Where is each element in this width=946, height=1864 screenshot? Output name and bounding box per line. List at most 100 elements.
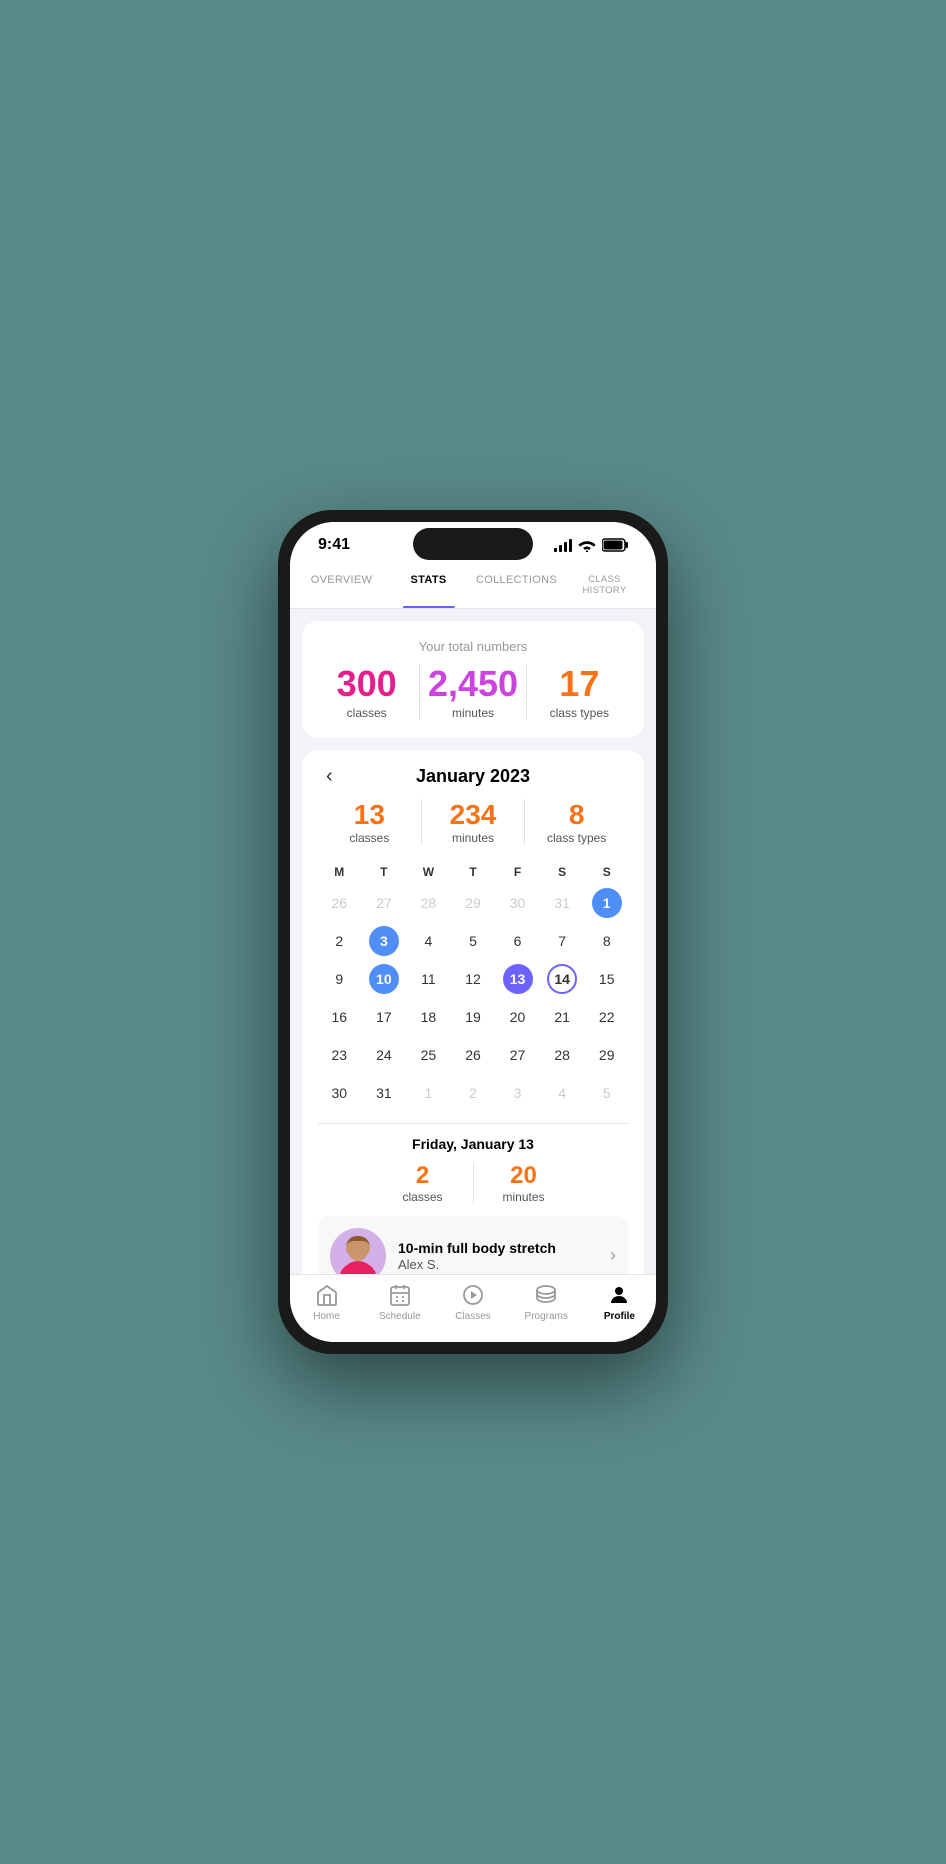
total-stats-card: Your total numbers 300 classes 2,450 min… (302, 621, 644, 738)
cal-day-10[interactable]: 10 (363, 961, 406, 997)
cal-day-6[interactable]: 6 (496, 923, 539, 959)
profile-icon (607, 1283, 631, 1307)
cal-day-26[interactable]: 26 (452, 1037, 495, 1073)
cal-day-4-feb[interactable]: 4 (541, 1075, 584, 1111)
phone-frame: 9:41 OVERVIEW ST (278, 510, 668, 1354)
cal-day-28-dec[interactable]: 28 (407, 885, 450, 921)
cal-day-27-dec[interactable]: 27 (363, 885, 406, 921)
day-header-t2: T (452, 861, 495, 883)
total-classes-stat: 300 classes (314, 664, 419, 720)
cal-day-19[interactable]: 19 (452, 999, 495, 1035)
cal-day-31[interactable]: 31 (363, 1075, 406, 1111)
nav-home-label: Home (313, 1311, 340, 1322)
stats-subtitle: Your total numbers (314, 639, 632, 654)
nav-programs[interactable]: Programs (510, 1283, 583, 1322)
cal-day-17[interactable]: 17 (363, 999, 406, 1035)
tab-stats[interactable]: STATS (385, 562, 472, 608)
home-icon (315, 1283, 339, 1307)
cal-day-11[interactable]: 11 (407, 961, 450, 997)
cal-day-27[interactable]: 27 (496, 1037, 539, 1073)
status-icons (554, 538, 628, 552)
cal-day-28[interactable]: 28 (541, 1037, 584, 1073)
signal-bars-icon (554, 539, 572, 552)
main-content: Your total numbers 300 classes 2,450 min… (290, 609, 656, 1274)
calendar-header: ‹ January 2023 (318, 766, 628, 787)
nav-classes[interactable]: Classes (436, 1283, 509, 1322)
day-minutes-value: 20 (474, 1162, 574, 1190)
cal-day-26-dec[interactable]: 26 (318, 885, 361, 921)
month-stats-row: 13 classes 234 minutes 8 class types (318, 799, 628, 845)
day-header-s2: S (585, 861, 628, 883)
cal-day-20[interactable]: 20 (496, 999, 539, 1035)
total-classes-value: 300 (314, 664, 419, 704)
cal-day-18[interactable]: 18 (407, 999, 450, 1035)
month-minutes-stat: 234 minutes (422, 799, 525, 845)
cal-day-3-feb[interactable]: 3 (496, 1075, 539, 1111)
calendar-back-button[interactable]: ‹ (318, 761, 341, 792)
tab-navigation: OVERVIEW STATS COLLECTIONS CLASS HISTORY (290, 562, 656, 609)
cal-day-2-feb[interactable]: 2 (452, 1075, 495, 1111)
cal-day-24[interactable]: 24 (363, 1037, 406, 1073)
cal-day-21[interactable]: 21 (541, 999, 584, 1035)
wifi-icon (578, 538, 596, 552)
class-chevron-1: › (610, 1245, 616, 1266)
day-header-s1: S (541, 861, 584, 883)
calendar-title: January 2023 (416, 766, 530, 787)
total-minutes-label: minutes (420, 706, 525, 720)
cal-day-4[interactable]: 4 (407, 923, 450, 959)
month-class-types-label: class types (525, 831, 628, 845)
cal-day-13[interactable]: 13 (496, 961, 539, 997)
cal-day-3[interactable]: 3 (363, 923, 406, 959)
nav-profile[interactable]: Profile (583, 1283, 656, 1322)
cal-day-2[interactable]: 2 (318, 923, 361, 959)
month-classes-label: classes (318, 831, 421, 845)
class-name-1: 10-min full body stretch (398, 1239, 598, 1257)
nav-schedule[interactable]: Schedule (363, 1283, 436, 1322)
cal-day-7[interactable]: 7 (541, 923, 584, 959)
programs-icon (534, 1283, 558, 1307)
month-class-types-stat: 8 class types (525, 799, 628, 845)
cal-day-15[interactable]: 15 (585, 961, 628, 997)
day-classes-value: 2 (373, 1162, 473, 1190)
day-header-m: M (318, 861, 361, 883)
selected-day-title: Friday, January 13 (318, 1136, 628, 1152)
cal-day-9[interactable]: 9 (318, 961, 361, 997)
tab-overview[interactable]: OVERVIEW (298, 562, 385, 608)
cal-day-29[interactable]: 29 (585, 1037, 628, 1073)
day-detail: Friday, January 13 2 classes 20 minutes (318, 1123, 628, 1274)
cal-day-5[interactable]: 5 (452, 923, 495, 959)
total-class-types-stat: 17 class types (527, 664, 632, 720)
cal-day-16[interactable]: 16 (318, 999, 361, 1035)
tab-collections[interactable]: COLLECTIONS (472, 562, 561, 608)
cal-day-29-dec[interactable]: 29 (452, 885, 495, 921)
tab-class-history[interactable]: CLASS HISTORY (561, 562, 648, 608)
cal-day-22[interactable]: 22 (585, 999, 628, 1035)
cal-day-8[interactable]: 8 (585, 923, 628, 959)
day-detail-stats: 2 classes 20 minutes (318, 1162, 628, 1204)
cal-day-31-dec[interactable]: 31 (541, 885, 584, 921)
cal-day-30-dec[interactable]: 30 (496, 885, 539, 921)
day-header-f: F (496, 861, 539, 883)
cal-day-23[interactable]: 23 (318, 1037, 361, 1073)
bottom-navigation: Home Schedule Classes (290, 1274, 656, 1342)
schedule-icon (388, 1283, 412, 1307)
dynamic-island (413, 528, 533, 560)
cal-day-5-feb[interactable]: 5 (585, 1075, 628, 1111)
class-avatar-1 (330, 1228, 386, 1274)
cal-day-30[interactable]: 30 (318, 1075, 361, 1111)
month-class-types-value: 8 (525, 799, 628, 831)
day-minutes-stat: 20 minutes (474, 1162, 574, 1204)
nav-home[interactable]: Home (290, 1283, 363, 1322)
class-card-1[interactable]: 10-min full body stretch Alex S. › (318, 1216, 628, 1274)
nav-classes-label: Classes (455, 1311, 491, 1322)
cal-day-1-feb[interactable]: 1 (407, 1075, 450, 1111)
battery-icon (602, 538, 628, 552)
cal-day-25[interactable]: 25 (407, 1037, 450, 1073)
cal-day-12[interactable]: 12 (452, 961, 495, 997)
day-classes-stat: 2 classes (373, 1162, 473, 1204)
month-classes-value: 13 (318, 799, 421, 831)
day-classes-label: classes (373, 1190, 473, 1204)
class-info-1: 10-min full body stretch Alex S. (398, 1239, 598, 1272)
cal-day-1-jan[interactable]: 1 (585, 885, 628, 921)
cal-day-14[interactable]: 14 (541, 961, 584, 997)
